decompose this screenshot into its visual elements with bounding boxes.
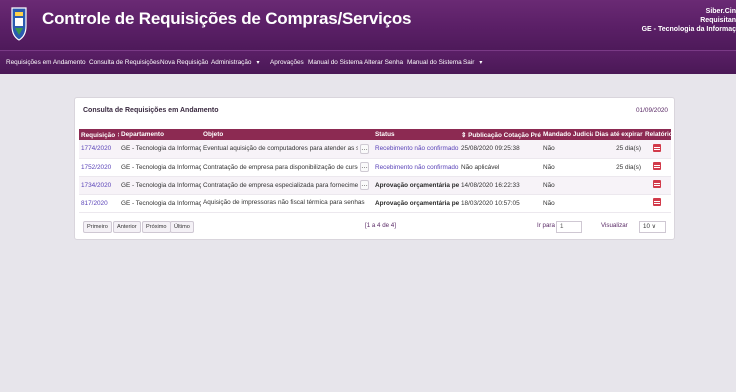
req-publication: 14/08/2020 16:22:33 (459, 176, 541, 195)
nav-requisicoes-andamento[interactable]: Requisições em Andamento (6, 51, 86, 75)
report-cell (643, 158, 671, 177)
last-page-button[interactable]: Último (170, 221, 194, 233)
req-object: Eventual aquisição de computadores para … (201, 140, 373, 159)
col-departamento: Departamento (119, 129, 201, 140)
req-number[interactable]: 817/2020 (79, 194, 119, 213)
nav-nova-requisicao[interactable]: Nova Requisição (160, 51, 208, 75)
pagination: Primeiro Anterior Próximo Último [1 a 4 … (79, 218, 671, 236)
requisitions-table: Requisição ⇕ Departamento Objeto Status … (79, 129, 671, 213)
page-info: [1 a 4 de 4] (365, 222, 396, 229)
next-page-button[interactable]: Próximo (142, 221, 171, 233)
table-row: 817/2020 GE - Tecnologia da Informação A… (79, 194, 671, 213)
col-requisicao[interactable]: Requisição ⇕ (79, 129, 119, 140)
user-department: GE - Tecnologia da Informaç (641, 26, 736, 33)
nav-label: Manual do Sistema (407, 59, 462, 66)
municipality-crest-icon (11, 7, 27, 41)
panel-title: Consulta de Requisições em Andamento (83, 107, 219, 114)
req-mandado: Não (541, 194, 593, 213)
nav-label: Requisições em Andamento (6, 59, 86, 66)
col-publicacao[interactable]: ⇕ Publicação Cotação Prévia (459, 129, 541, 140)
col-status: Status (373, 129, 459, 140)
req-days: 25 dia(s) (593, 140, 643, 159)
req-publication: 25/08/2020 09:25:38 (459, 140, 541, 159)
report-cell (643, 140, 671, 159)
req-days: 25 dia(s) (593, 158, 643, 177)
nav-alterar-senha[interactable]: Alterar Senha (364, 51, 403, 75)
table-header: Requisição ⇕ Departamento Objeto Status … (79, 129, 671, 140)
caret-down-icon: ▾ (479, 60, 483, 66)
user-info: Siber.Cin Requisitan GE - Tecnologia da … (642, 7, 736, 34)
req-department: GE - Tecnologia da Informação (119, 176, 201, 195)
nav-manual-sistema-2[interactable]: Manual do Sistema (407, 51, 462, 75)
panel-date: 01/09/2020 (636, 107, 668, 114)
req-number[interactable]: 1734/2020 (79, 176, 119, 195)
nav-label: Sair (463, 59, 475, 66)
requisitions-panel: Consulta de Requisições em Andamento 01/… (74, 97, 675, 240)
req-status: Aprovação orçamentária pendente (373, 176, 459, 195)
user-role: Requisitan (700, 17, 736, 24)
col-relatorio: Relatório (643, 129, 671, 140)
req-mandado: Não (541, 140, 593, 159)
caret-down-icon: ▾ (256, 60, 260, 66)
first-page-button[interactable]: Primeiro (83, 221, 112, 233)
req-object: Contratação de empresa para disponibiliz… (201, 158, 373, 177)
req-object-text: Eventual aquisição de computadores para … (203, 145, 358, 153)
pdf-report-icon[interactable] (653, 198, 661, 206)
report-cell (643, 176, 671, 195)
req-status: Aprovação orçamentária pendente (373, 194, 459, 213)
req-object: Contratação de empresa especializada par… (201, 176, 373, 195)
table-row: 1752/2020 GE - Tecnologia da Informação … (79, 158, 671, 177)
page-size-select[interactable]: 10 ∨ (639, 221, 666, 233)
prev-page-button[interactable]: Anterior (113, 221, 141, 233)
nav-label: Consulta de Requisições (89, 59, 160, 66)
pdf-report-icon[interactable] (653, 162, 661, 170)
col-objeto: Objeto (201, 129, 373, 140)
req-status[interactable]: Recebimento não confirmado (373, 158, 459, 177)
nav-consulta-requisicoes[interactable]: Consulta de Requisições (89, 51, 160, 75)
col-dias: Dias até expirar (593, 129, 643, 140)
col-mandado: Mandado Judicial (541, 129, 593, 140)
main-nav: Requisições em Andamento Consulta de Req… (0, 50, 736, 74)
goto-label: Ir para (537, 222, 555, 229)
nav-administracao[interactable]: Administração ▾ (211, 51, 260, 75)
app-title: Controle de Requisições de Compras/Servi… (42, 9, 412, 28)
req-publication: Não aplicável (459, 158, 541, 177)
req-object-text: Contratação de empresa especializada par… (203, 181, 358, 189)
req-days (593, 194, 643, 213)
table-row: 1734/2020 GE - Tecnologia da Informação … (79, 176, 671, 195)
view-label: Visualizar (601, 222, 628, 229)
pdf-report-icon[interactable] (653, 143, 661, 152)
req-mandado: Não (541, 176, 593, 195)
nav-label: Alterar Senha (364, 59, 404, 66)
table-row: 1774/2020 GE - Tecnologia da Informação … (79, 140, 671, 159)
nav-sair[interactable]: Sair ▾ (463, 51, 482, 75)
nav-label: Administração (211, 59, 252, 66)
pdf-report-icon[interactable] (653, 180, 661, 188)
nav-label: Aprovações (270, 59, 304, 66)
req-department: GE - Tecnologia da Informação (119, 194, 201, 213)
more-button[interactable]: … (360, 180, 369, 190)
goto-page-input[interactable]: 1 (556, 221, 582, 233)
req-object-text: Aquisição de impressoras não fiscal térm… (203, 199, 365, 207)
req-department: GE - Tecnologia da Informação (119, 140, 201, 159)
req-number[interactable]: 1774/2020 (79, 140, 119, 159)
nav-label: Nova Requisição (160, 59, 209, 66)
nav-manual-sistema[interactable]: Manual do Sistema (308, 51, 363, 75)
req-object-text: Contratação de empresa para disponibiliz… (203, 163, 358, 171)
nav-aprovacoes[interactable]: Aprovações (270, 51, 304, 75)
req-number[interactable]: 1752/2020 (79, 158, 119, 177)
more-button[interactable]: … (360, 162, 369, 172)
nav-label: Manual do Sistema (308, 59, 363, 66)
report-cell (643, 194, 671, 213)
req-days (593, 176, 643, 195)
req-status[interactable]: Recebimento não confirmado (373, 140, 459, 159)
app-header: Controle de Requisições de Compras/Servi… (0, 0, 736, 50)
req-object: Aquisição de impressoras não fiscal térm… (201, 194, 373, 213)
req-department: GE - Tecnologia da Informação (119, 158, 201, 177)
more-button[interactable]: … (360, 143, 369, 154)
user-name: Siber.Cin (705, 8, 736, 15)
req-mandado: Não (541, 158, 593, 177)
req-publication: 18/03/2020 10:57:05 (459, 194, 541, 213)
